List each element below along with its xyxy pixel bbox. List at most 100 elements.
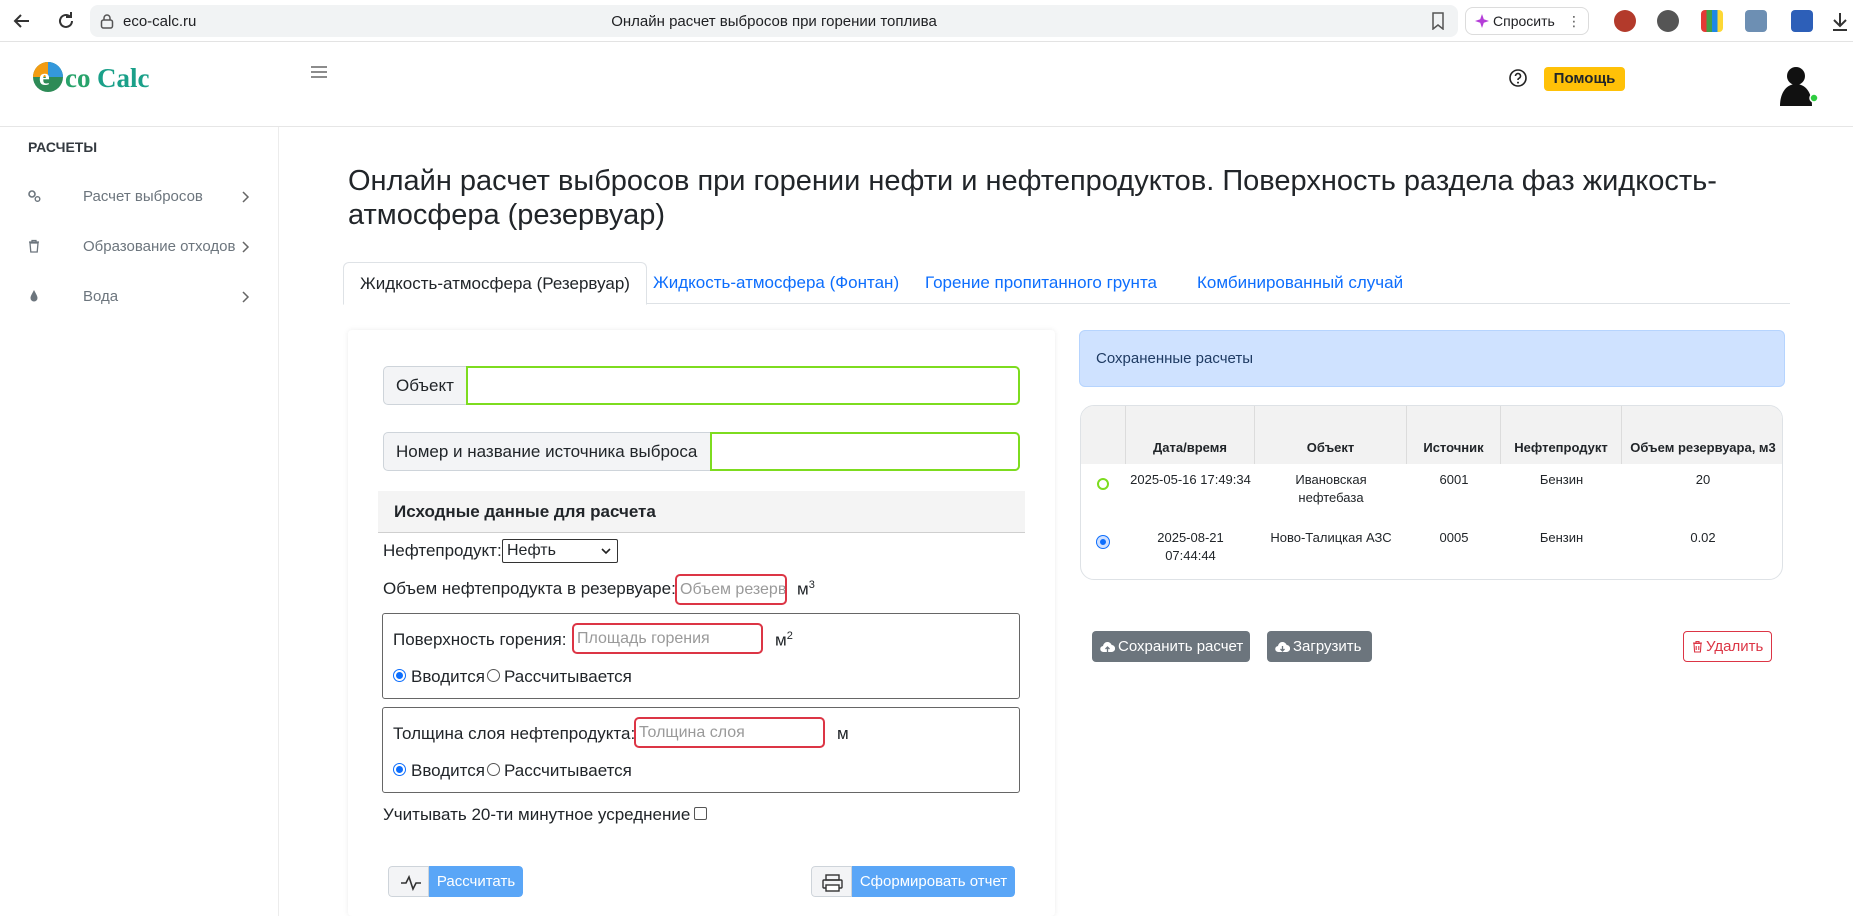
- page-title: Онлайн расчет выбросов при горении нефти…: [348, 165, 1717, 231]
- chevron-down-icon: [601, 548, 611, 555]
- thickness-calc-mode-radio[interactable]: [487, 763, 500, 776]
- thickness-unit: м: [837, 724, 849, 743]
- row-volume: 20: [1695, 472, 1711, 487]
- cloud-download-icon: [1275, 642, 1290, 653]
- ecocalc-logo[interactable]: e co Calc: [31, 56, 161, 96]
- calc-button[interactable]: Рассчитать: [429, 866, 523, 897]
- sidebar-item-label: Образование отходов: [83, 238, 236, 255]
- surface-label: Поверхность горения:: [393, 630, 567, 649]
- averaging-label: Учитывать 20-ти минутное усреднение: [383, 805, 691, 824]
- chevron-right-icon: [242, 191, 250, 203]
- save-calc-label: Сохранить расчет: [1118, 638, 1244, 655]
- user-avatar[interactable]: [1776, 62, 1820, 108]
- volume-unit: м3: [797, 579, 815, 599]
- tab-combined[interactable]: Комбинированный случай: [1197, 262, 1403, 304]
- droplet-icon: [30, 290, 38, 302]
- row-object: Ивановская нефтебаза: [1295, 472, 1367, 505]
- ask-label: Спросить: [1493, 13, 1555, 29]
- row-object: Ново-Талицкая АЗС: [1270, 530, 1392, 545]
- svg-text:Calc: Calc: [97, 63, 150, 93]
- section-title: Исходные данные для расчета: [378, 491, 1025, 533]
- report-button[interactable]: Сформировать отчет: [852, 866, 1015, 897]
- extension-avatar-icon[interactable]: [1614, 10, 1636, 32]
- sidebar: РАСЧЕТЫ Расчет выбросов Образование отхо…: [0, 127, 279, 916]
- row-product: Бензин: [1539, 472, 1584, 487]
- help-button[interactable]: Помощь: [1544, 67, 1625, 91]
- table-header-datetime: Дата/время: [1126, 406, 1255, 464]
- printer-icon[interactable]: [811, 866, 852, 897]
- extension-window-icon[interactable]: [1745, 10, 1767, 32]
- surface-input-mode-radio[interactable]: [393, 669, 406, 682]
- tab-tank[interactable]: Жидкость-атмосфера (Резервуар): [343, 262, 647, 305]
- extension-circle-icon[interactable]: [1657, 10, 1679, 32]
- app-header: e co Calc Помощь: [0, 42, 1853, 127]
- save-calc-button[interactable]: Сохранить расчет: [1092, 631, 1250, 662]
- bookmark-icon[interactable]: [1430, 12, 1446, 30]
- row-datetime: 2025-08-21 07:44:44: [1157, 530, 1224, 563]
- download-icon[interactable]: [1828, 9, 1852, 33]
- ask-button[interactable]: Спросить ⋮: [1465, 7, 1589, 35]
- tab-soil[interactable]: Горение пропитанного грунта: [925, 262, 1157, 304]
- trash-icon: [29, 239, 39, 253]
- sidebar-item-waste[interactable]: Образование отходов: [0, 227, 278, 267]
- row-volume: 0.02: [1690, 530, 1716, 545]
- volume-label: Объем нефтепродукта в резервуаре:: [383, 579, 676, 598]
- sidebar-item-label: Расчет выбросов: [83, 188, 203, 205]
- thickness-label: Толщина слоя нефтепродукта:: [393, 724, 636, 743]
- source-input[interactable]: [710, 432, 1020, 471]
- table-header: Дата/время Объект Источник Нефтепродукт …: [1081, 406, 1782, 464]
- gears-icon: [28, 190, 41, 202]
- sidebar-item-label: Вода: [83, 288, 119, 305]
- table-header-select: [1081, 406, 1126, 464]
- delete-button[interactable]: Удалить: [1683, 631, 1772, 662]
- hamburger-menu-icon[interactable]: [311, 65, 327, 79]
- averaging-checkbox[interactable]: [694, 807, 707, 820]
- back-arrow-icon[interactable]: [10, 9, 34, 33]
- thickness-input-mode-radio[interactable]: [393, 763, 406, 776]
- thickness-input[interactable]: Толщина слоя: [634, 717, 825, 748]
- load-button[interactable]: Загрузить: [1267, 631, 1372, 662]
- volume-input[interactable]: Объем резервуара: [675, 574, 787, 605]
- pulse-icon[interactable]: [388, 866, 429, 897]
- calc-button-group: Рассчитать: [388, 866, 523, 897]
- sidebar-item-emissions[interactable]: Расчет выбросов: [0, 177, 278, 217]
- extension-grid-icon[interactable]: [1701, 10, 1723, 32]
- source-label: Номер и название источника выброса: [383, 432, 711, 471]
- chevron-right-icon: [242, 241, 250, 253]
- surface-input[interactable]: Площадь горения: [572, 623, 763, 654]
- product-select[interactable]: Нефть: [502, 539, 618, 563]
- sidebar-heading: РАСЧЕТЫ: [28, 139, 98, 155]
- table-header-product: Нефтепродукт: [1501, 406, 1622, 464]
- delete-label: Удалить: [1706, 638, 1764, 655]
- table-header-volume: Объем резервуара, м3: [1630, 440, 1776, 455]
- tab-fountain[interactable]: Жидкость-атмосфера (Фонтан): [653, 262, 899, 304]
- page-tab-title: Онлайн расчет выбросов при горении топли…: [611, 13, 937, 30]
- object-input[interactable]: [466, 366, 1020, 405]
- table-header-source: Источник: [1407, 406, 1501, 464]
- save-disk-icon[interactable]: [1791, 10, 1813, 32]
- row-select-radio[interactable]: [1097, 478, 1109, 490]
- surface-input-mode-label: Вводится: [411, 667, 485, 686]
- question-circle-icon[interactable]: [1508, 68, 1528, 88]
- table-header-object: Объект: [1255, 406, 1407, 464]
- report-button-group: Сформировать отчет: [811, 866, 1015, 897]
- svg-text:co: co: [65, 63, 90, 93]
- product-selected: Нефть: [507, 542, 556, 559]
- sidebar-item-water[interactable]: Вода: [0, 277, 278, 317]
- reload-icon[interactable]: [54, 9, 78, 33]
- cloud-upload-icon: [1100, 642, 1115, 653]
- object-label: Объект: [383, 366, 467, 405]
- thickness-calc-mode-label: Рассчитывается: [504, 761, 632, 780]
- load-label: Загрузить: [1293, 638, 1362, 655]
- saved-calcs-table: Дата/время Объект Источник Нефтепродукт …: [1080, 405, 1783, 580]
- row-datetime: 2025-05-16 17:49:34: [1130, 472, 1251, 487]
- sparkle-icon: [1475, 14, 1489, 28]
- row-product: Бензин: [1539, 530, 1584, 545]
- surface-calc-mode-label: Рассчитывается: [504, 667, 632, 686]
- address-bar[interactable]: eco-calc.ru Онлайн расчет выбросов при г…: [90, 5, 1458, 37]
- saved-calcs-title: Сохраненные расчеты: [1079, 330, 1785, 387]
- trash-icon: [1693, 640, 1702, 653]
- surface-calc-mode-radio[interactable]: [487, 669, 500, 682]
- row-select-radio[interactable]: [1097, 536, 1109, 548]
- more-vertical-icon[interactable]: ⋮: [1567, 13, 1581, 30]
